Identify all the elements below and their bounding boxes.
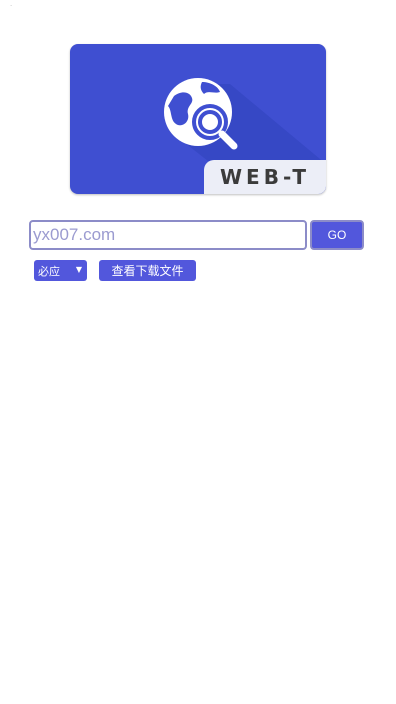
logo-tab: WEB-T [204,160,326,194]
app-logo: WEB-T [70,44,326,194]
page: · WEB-T GO 必应 ▼ 查看下载文件 [0,0,396,704]
chevron-down-icon: ▼ [75,265,82,274]
url-input[interactable] [29,220,307,250]
view-downloads-button[interactable]: 查看下载文件 [99,260,196,281]
status-dot: · [10,2,13,10]
search-engine-value: 必应 [38,264,60,278]
go-button-label: GO [327,228,347,242]
logo-text: WEB-T [220,165,310,189]
view-downloads-label: 查看下载文件 [111,264,184,278]
search-engine-select[interactable]: 必应 ▼ [34,260,87,281]
go-button[interactable]: GO [310,220,364,250]
